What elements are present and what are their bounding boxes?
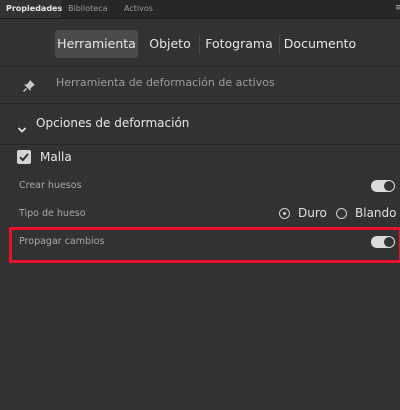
create-bones-label: Crear huesos <box>19 180 82 191</box>
create-bones-toggle[interactable] <box>371 180 395 192</box>
bone-type-hard-radio[interactable] <box>279 208 290 219</box>
bone-type-soft-label[interactable]: Blando <box>355 206 396 220</box>
tab-tool[interactable]: Herramienta <box>55 30 138 58</box>
tab-divider <box>279 36 280 54</box>
deformation-options-header[interactable]: Opciones de deformación <box>0 104 400 145</box>
tab-divider <box>199 36 200 54</box>
panel-menu-icon[interactable]: ≡ <box>395 3 400 14</box>
current-tool-row: Herramienta de deformación de activos <box>0 67 400 104</box>
mesh-label: Malla <box>40 150 72 164</box>
mesh-option: Malla <box>0 146 400 170</box>
panel-tab-properties[interactable]: Propiedades <box>0 0 62 18</box>
mesh-checkbox[interactable] <box>17 150 31 164</box>
tool-name: Herramienta de deformación de activos <box>56 76 275 89</box>
panel-tab-assets[interactable]: Activos <box>118 0 164 18</box>
highlight-box <box>9 227 400 263</box>
tab-document[interactable]: Documento <box>282 30 358 58</box>
bone-type-soft-radio[interactable] <box>336 208 347 219</box>
panel-tab-bar: Propiedades Biblioteca Activos ≡ <box>0 0 400 19</box>
tab-frame[interactable]: Fotograma <box>201 30 277 58</box>
bone-type-label: Tipo de hueso <box>19 208 86 219</box>
chevron-down-icon[interactable] <box>17 119 27 133</box>
bone-type-hard-label[interactable]: Duro <box>298 206 327 220</box>
section-title: Opciones de deformación <box>36 116 190 130</box>
tab-object[interactable]: Objeto <box>143 30 197 58</box>
pin-icon <box>22 78 36 93</box>
mode-tab-bar: Herramienta Objeto Fotograma Documento <box>0 18 400 67</box>
panel-tab-library[interactable]: Biblioteca <box>62 0 117 18</box>
